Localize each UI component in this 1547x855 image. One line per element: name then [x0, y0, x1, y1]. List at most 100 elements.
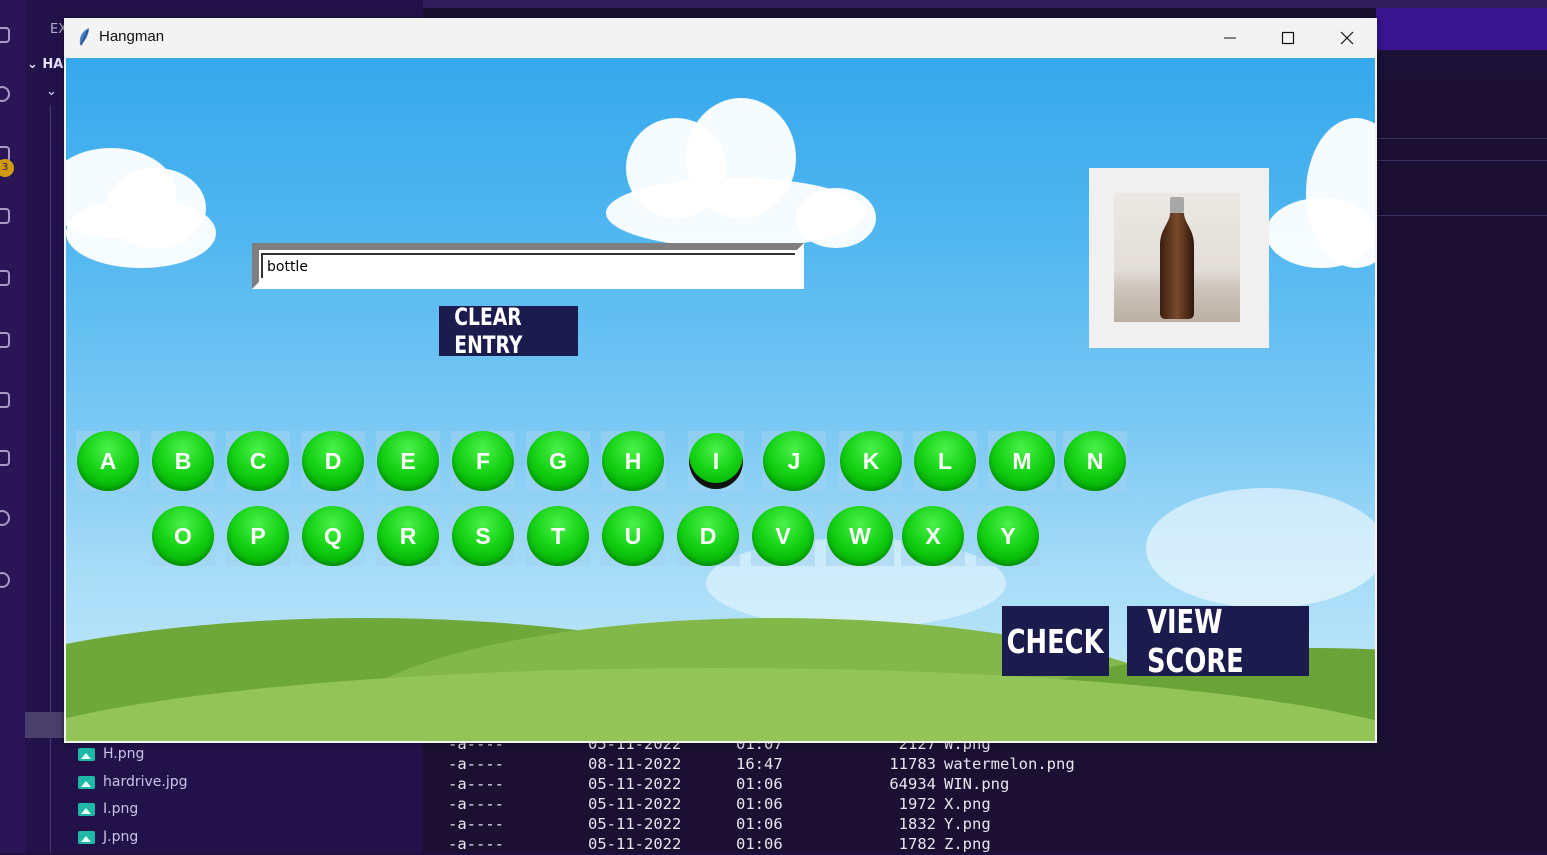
letter-cell: G — [526, 431, 590, 491]
letter-cell: B — [151, 431, 215, 491]
letter-button-m[interactable]: M — [989, 431, 1055, 491]
letter-cell: J — [762, 431, 826, 491]
letter-cell: O — [151, 506, 215, 566]
letter-button-d-duplicate[interactable]: D — [677, 506, 739, 566]
cloud — [66, 198, 216, 268]
game-canvas: CLEAR ENTRY A B C — [66, 58, 1375, 741]
outline-icon[interactable] — [0, 450, 10, 466]
letter-button-x[interactable]: X — [902, 506, 964, 566]
divider — [1376, 160, 1547, 161]
letter-button-c[interactable]: C — [227, 431, 289, 491]
extensions-icon[interactable] — [0, 270, 10, 286]
hangman-window: Hangman C L E A R — [64, 18, 1377, 743]
file-item[interactable]: hardrive.jpg — [78, 771, 188, 793]
minimize-button[interactable] — [1201, 18, 1259, 58]
word-entry-frame — [252, 243, 804, 289]
testing-icon[interactable] — [0, 392, 10, 408]
file-name: H.png — [103, 746, 145, 762]
editor-tab-bar — [1376, 8, 1547, 50]
letter-button-f[interactable]: F — [452, 431, 514, 491]
image-file-icon — [78, 802, 95, 816]
search-icon[interactable] — [0, 86, 10, 102]
letter-button-l[interactable]: L — [914, 431, 976, 491]
word-entry-input[interactable] — [263, 255, 795, 278]
letter-button-e[interactable]: E — [377, 431, 439, 491]
terminal-line: -a---- 05-11-2022 01:06 64934 WIN.png — [448, 775, 1010, 793]
word-entry-inner — [261, 253, 795, 278]
terminal-line: -a---- 08-11-2022 16:47 11783 watermelon.png — [448, 755, 1075, 773]
letter-cell: F — [451, 431, 515, 491]
letter-button-s[interactable]: S — [452, 506, 514, 566]
selected-file-row[interactable] — [25, 712, 65, 738]
view-score-label: VIEW SCORE — [1147, 602, 1244, 680]
file-name: J.png — [103, 829, 139, 845]
explorer-icon[interactable] — [0, 27, 10, 43]
close-button[interactable] — [1318, 18, 1376, 58]
image-file-icon — [78, 775, 95, 789]
letter-cell: W — [826, 506, 894, 566]
chevron-down-icon[interactable]: ⌄ — [46, 84, 57, 99]
cloud — [796, 188, 876, 248]
file-name: hardrive.jpg — [103, 774, 188, 790]
tree-root[interactable]: ⌄ HA — [27, 57, 63, 72]
letter-cell: T — [526, 506, 590, 566]
image-file-icon — [78, 747, 95, 761]
terminal-line: -a---- 05-11-2022 01:06 1782 Z.png — [448, 835, 991, 853]
tree-root-label: HA — [42, 57, 64, 72]
run-debug-icon[interactable] — [0, 208, 10, 224]
letter-cell: D — [301, 431, 365, 491]
letter-button-q[interactable]: Q — [302, 506, 364, 566]
check-label: CHECK — [1007, 621, 1104, 661]
check-button[interactable]: CHECK — [1002, 606, 1109, 676]
remote-icon[interactable] — [0, 332, 10, 348]
letter-button-b[interactable]: B — [152, 431, 214, 491]
letter-button-w[interactable]: W — [827, 506, 893, 566]
letter-button-a[interactable]: A — [77, 431, 139, 491]
letter-button-i[interactable]: I — [689, 433, 743, 489]
notification-badge: 3 — [0, 159, 14, 177]
activity-bar: 3 — [0, 0, 25, 853]
view-score-button[interactable]: VIEW SCORE — [1127, 602, 1309, 680]
minimize-icon — [1224, 37, 1236, 39]
letter-button-v[interactable]: V — [752, 506, 814, 566]
letter-button-j[interactable]: J — [763, 431, 825, 491]
settings-gear-icon[interactable] — [0, 572, 10, 588]
window-titlebar[interactable]: Hangman — [64, 18, 1377, 58]
letter-button-p[interactable]: P — [227, 506, 289, 566]
file-item[interactable]: I.png — [78, 798, 138, 820]
cloud — [1266, 198, 1375, 268]
clear-entry-label: CLEAR ENTRY — [454, 303, 523, 359]
editor-breadcrumb-bar — [1376, 50, 1547, 78]
letter-button-y[interactable]: Y — [977, 506, 1039, 566]
file-item[interactable]: H.png — [78, 743, 144, 765]
bottle-photo — [1114, 193, 1240, 322]
letter-button-d[interactable]: D — [302, 431, 364, 491]
letter-cell: D — [676, 506, 740, 566]
letter-cell: X — [901, 506, 965, 566]
clear-entry-button[interactable]: CLEAR ENTRY — [439, 303, 578, 359]
letter-button-u[interactable]: U — [602, 506, 664, 566]
accounts-icon[interactable] — [0, 510, 10, 526]
letter-cell: K — [839, 431, 903, 491]
image-file-icon — [78, 830, 95, 844]
letter-button-t[interactable]: T — [527, 506, 589, 566]
letter-cell: E — [376, 431, 440, 491]
letter-button-h[interactable]: H — [602, 431, 664, 491]
letter-cell: P — [226, 506, 290, 566]
hint-image-frame — [1089, 168, 1269, 348]
letter-button-n[interactable]: N — [1064, 431, 1126, 491]
letter-button-r[interactable]: R — [377, 506, 439, 566]
file-item[interactable]: J.png — [78, 826, 138, 848]
letter-button-g[interactable]: G — [527, 431, 589, 491]
editor-tab-strip — [423, 0, 1547, 8]
bottle-illustration — [1160, 197, 1194, 319]
letter-button-k[interactable]: K — [840, 431, 902, 491]
letter-cell: N — [1063, 431, 1127, 491]
file-name: I.png — [103, 801, 139, 817]
letter-cell: M — [988, 431, 1056, 491]
letter-cell: U — [601, 506, 665, 566]
letter-button-o[interactable]: O — [152, 506, 214, 566]
maximize-button[interactable] — [1259, 18, 1317, 58]
feather-icon — [79, 28, 89, 46]
letter-cell: Q — [301, 506, 365, 566]
